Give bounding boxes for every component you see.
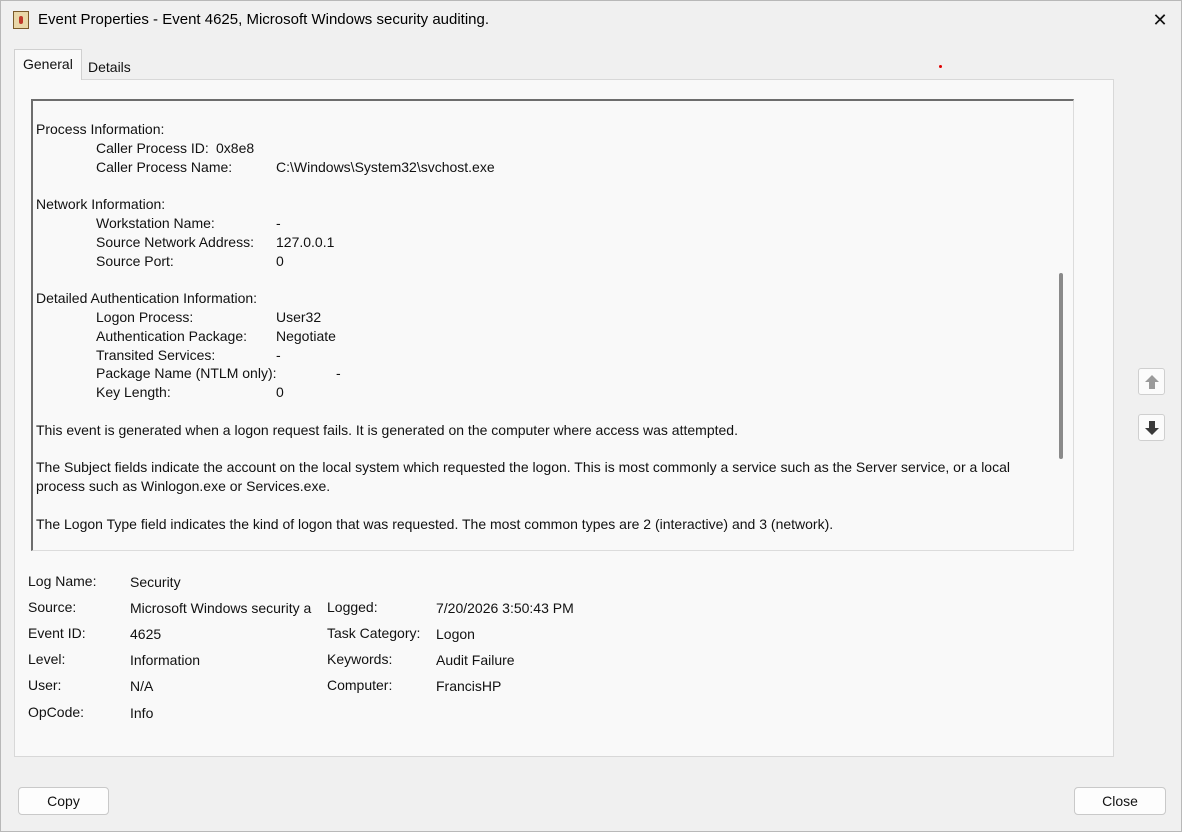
level-value: Information bbox=[130, 652, 201, 668]
logon-process-value: User32 bbox=[276, 308, 322, 325]
auth-package-value: Negotiate bbox=[276, 327, 336, 344]
computer-value: FrancisHP bbox=[436, 678, 502, 694]
log-name-value: Security bbox=[130, 574, 181, 590]
workstation-label: Workstation Name: bbox=[96, 214, 215, 231]
auth-package-label: Authentication Package: bbox=[96, 327, 247, 344]
source-address-value: 127.0.0.1 bbox=[276, 233, 335, 250]
arrow-down-icon bbox=[1145, 421, 1159, 435]
caller-name-label: Caller Process Name: bbox=[96, 158, 233, 175]
event-properties-window: Event Properties - Event 4625, Microsoft… bbox=[0, 0, 1182, 832]
close-button[interactable]: Close bbox=[1074, 787, 1166, 815]
caller-pid-value: 0x8e8 bbox=[216, 139, 255, 156]
event-description-box[interactable]: Process Information: Caller Process ID: 0… bbox=[31, 99, 1074, 551]
source-port-label: Source Port: bbox=[96, 252, 174, 269]
window-title: Event Properties - Event 4625, Microsoft… bbox=[38, 11, 490, 28]
transited-services-label: Transited Services: bbox=[96, 346, 216, 363]
level-label: Level: bbox=[28, 651, 66, 667]
computer-label: Computer: bbox=[327, 677, 393, 693]
event-description-text: Process Information: Caller Process ID: 0… bbox=[36, 120, 1046, 534]
keywords-value: Audit Failure bbox=[436, 652, 515, 668]
source-value: Microsoft Windows security a bbox=[130, 600, 312, 616]
description-paragraph-3: The Logon Type field indicates the kind … bbox=[36, 515, 834, 532]
close-icon[interactable]: ✕ bbox=[1143, 5, 1177, 35]
network-info-header: Network Information: bbox=[36, 196, 166, 213]
task-category-label: Task Category: bbox=[327, 625, 421, 641]
task-category-value: Logon bbox=[436, 626, 475, 642]
event-id-label: Event ID: bbox=[28, 625, 86, 641]
tab-details[interactable]: Details bbox=[80, 54, 139, 80]
next-event-button[interactable] bbox=[1138, 414, 1165, 441]
logged-value: 7/20/2026 3:50:43 PM bbox=[436, 600, 574, 616]
tab-general[interactable]: General bbox=[14, 49, 82, 80]
key-length-label: Key Length: bbox=[96, 384, 171, 401]
description-paragraph-1: This event is generated when a logon req… bbox=[36, 421, 738, 438]
source-label: Source: bbox=[28, 599, 77, 615]
description-scrollbar-thumb[interactable] bbox=[1059, 273, 1063, 459]
opcode-label: OpCode: bbox=[28, 704, 85, 720]
package-name-value: - bbox=[336, 365, 341, 382]
auth-info-header: Detailed Authentication Information: bbox=[36, 290, 258, 307]
source-address-label: Source Network Address: bbox=[96, 233, 254, 250]
source-port-value: 0 bbox=[276, 252, 284, 269]
description-paragraph-2: The Subject fields indicate the account … bbox=[36, 459, 1010, 495]
user-value: N/A bbox=[130, 678, 154, 694]
event-viewer-icon bbox=[13, 11, 29, 29]
key-length-value: 0 bbox=[276, 384, 284, 401]
log-name-label: Log Name: bbox=[28, 573, 97, 589]
copy-button[interactable]: Copy bbox=[18, 787, 109, 815]
caller-pid-label: Caller Process ID: bbox=[96, 139, 209, 156]
user-label: User: bbox=[28, 677, 62, 693]
workstation-value: - bbox=[276, 214, 281, 231]
package-name-label: Package Name (NTLM only): bbox=[96, 365, 277, 382]
arrow-up-icon bbox=[1145, 375, 1159, 389]
logged-label: Logged: bbox=[327, 599, 378, 615]
opcode-value: Info bbox=[130, 705, 154, 721]
event-id-value: 4625 bbox=[130, 626, 162, 642]
logon-process-label: Logon Process: bbox=[96, 308, 194, 325]
title-bar: Event Properties - Event 4625, Microsoft… bbox=[1, 1, 1181, 39]
keywords-label: Keywords: bbox=[327, 651, 393, 667]
caller-name-value: C:\Windows\System32\svchost.exe bbox=[276, 158, 495, 175]
transited-services-value: - bbox=[276, 346, 281, 363]
previous-event-button[interactable] bbox=[1138, 368, 1165, 395]
red-dot-marker bbox=[939, 65, 942, 68]
process-info-header: Process Information: bbox=[36, 121, 165, 137]
